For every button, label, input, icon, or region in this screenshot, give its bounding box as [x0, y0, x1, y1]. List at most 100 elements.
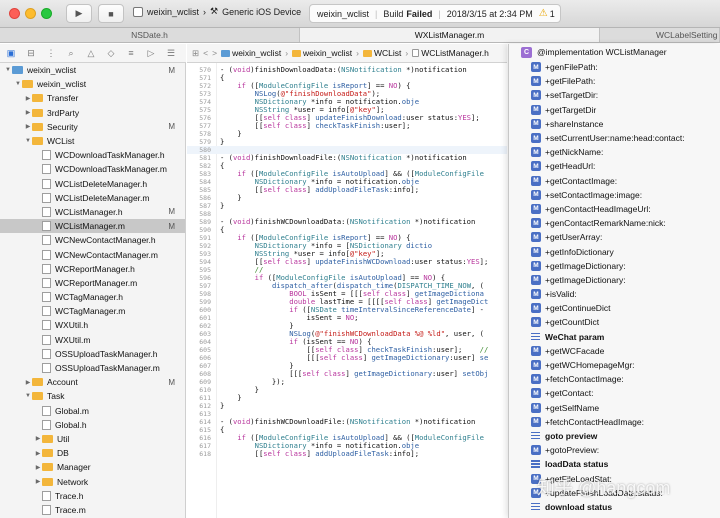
code-line[interactable]: 614 - (void)finishWCDownloadFile:(NSNotif… — [187, 418, 507, 427]
navigator-item[interactable]: ▶ Transfer — [0, 91, 185, 105]
method-item[interactable]: M +getCountDict — [509, 315, 720, 329]
test-icon[interactable]: ◇ — [106, 48, 116, 59]
method-item[interactable]: M +getTargetDir — [509, 103, 720, 117]
navigator-item[interactable]: ▼ Task — [0, 389, 185, 403]
pragma-mark-item[interactable]: download status — [509, 500, 720, 514]
hierarchy-icon[interactable]: ⊟ — [26, 48, 36, 59]
source-editor[interactable]: 570 - (void)finishDownloadData:(NSNotific… — [187, 63, 507, 518]
code-line[interactable]: 618 [[self class] addUploadFileTask:info… — [187, 450, 507, 459]
navigator-item[interactable]: ▶ Account M — [0, 375, 185, 389]
warning-badge[interactable]: ⚠ 1 — [539, 8, 555, 19]
navigator-item[interactable]: WCListDeleteManager.h — [0, 177, 185, 191]
grid-icon[interactable]: ⊞ — [192, 48, 199, 59]
tab-nsdate-h[interactable]: NSDate.h — [0, 28, 300, 42]
stop-button[interactable]: ■ — [98, 4, 124, 23]
navigator-item[interactable]: ▶ 3rdParty — [0, 106, 185, 120]
method-item[interactable]: M +getFilePath: — [509, 74, 720, 88]
minimize-window-button[interactable] — [25, 8, 36, 19]
method-item[interactable]: M +getInfoDictionary — [509, 244, 720, 258]
method-item[interactable]: M +gotoPreview: — [509, 443, 720, 457]
navigator-item[interactable]: ▶ Util — [0, 432, 185, 446]
navigator-item[interactable]: WCTagManager.m — [0, 304, 185, 318]
navigator-item[interactable]: WCReportManager.h — [0, 262, 185, 276]
disclosure-closed-icon[interactable]: ▶ — [34, 478, 42, 485]
code-line[interactable]: 581 - (void)finishDownloadFile:(NSNotific… — [187, 154, 507, 163]
method-item[interactable]: M +genContactHeadImageUrl: — [509, 202, 720, 216]
navigator-item[interactable]: WCTagManager.h — [0, 290, 185, 304]
navigator-item[interactable]: ▼ weixin_wclist — [0, 77, 185, 91]
method-item[interactable]: M +shareInstance — [509, 117, 720, 131]
zoom-window-button[interactable] — [41, 8, 52, 19]
code-line[interactable]: 579} — [187, 138, 507, 147]
navigator-item[interactable]: WCNewContactManager.h — [0, 233, 185, 247]
debug-icon[interactable]: ≡ — [126, 48, 136, 58]
implementation-item[interactable]: C @implementation WCListManager — [509, 44, 720, 60]
warning-icon[interactable]: △ — [86, 48, 96, 59]
close-window-button[interactable] — [9, 8, 20, 19]
breadcrumb-file[interactable]: WCListManager.h — [412, 48, 489, 58]
disclosure-closed-icon[interactable]: ▶ — [24, 379, 32, 386]
method-item[interactable]: M +getImageDictionary: — [509, 259, 720, 273]
navigator-item[interactable]: WCListDeleteManager.m — [0, 191, 185, 205]
navigator-item[interactable]: ▶ Security M — [0, 120, 185, 134]
method-item[interactable]: M +getImageDictionary: — [509, 273, 720, 287]
method-item[interactable]: M +fetchContactHeadImage: — [509, 415, 720, 429]
code-line[interactable]: 611 } — [187, 394, 507, 403]
navigator-item[interactable]: WCListManager.h M — [0, 205, 185, 219]
code-line[interactable]: 612} — [187, 402, 507, 411]
method-item[interactable]: M +getUserArray: — [509, 230, 720, 244]
navigator-item[interactable]: WCDownloadTaskManager.m — [0, 162, 185, 176]
navigator-item[interactable]: WCNewContactManager.m — [0, 247, 185, 261]
scheme-selector[interactable]: weixin_wclist › ⚒ Generic iOS Device — [133, 6, 301, 17]
code-line[interactable]: 589 - (void)finishWCDownloadData:(NSNotif… — [187, 218, 507, 227]
disclosure-open-icon[interactable]: ▼ — [24, 393, 32, 399]
breakpoint-icon[interactable]: ▷ — [146, 48, 156, 59]
method-item[interactable]: M +setTargetDir: — [509, 88, 720, 102]
method-item[interactable]: M +setContactImage:image: — [509, 188, 720, 202]
method-item[interactable]: M +getContactImage: — [509, 174, 720, 188]
method-item[interactable]: M +setCurrentUser:name:head:contact: — [509, 131, 720, 145]
navigator-item[interactable]: ▶ DB — [0, 446, 185, 460]
navigator-item[interactable]: ▶ Manager — [0, 460, 185, 474]
run-button[interactable]: ▶ — [66, 4, 92, 23]
code-line[interactable]: 586 } — [187, 194, 507, 203]
symbol-icon[interactable]: ⋮ — [46, 48, 56, 59]
disclosure-closed-icon[interactable]: ▶ — [24, 123, 32, 130]
method-item[interactable]: M +getWCFacade — [509, 344, 720, 358]
code-line[interactable]: 587} — [187, 202, 507, 211]
navigator-item[interactable]: ▶ Network — [0, 474, 185, 488]
method-item[interactable]: M +getSelfName — [509, 401, 720, 415]
breadcrumb-project[interactable]: weixin_wclist — [221, 48, 281, 58]
code-line[interactable]: 578 } — [187, 130, 507, 139]
code-line[interactable]: 570 - (void)finishDownloadData:(NSNotific… — [187, 66, 507, 75]
navigator-item[interactable]: Trace.h — [0, 489, 185, 503]
disclosure-open-icon[interactable]: ▼ — [14, 81, 22, 87]
navigator-item[interactable]: OSSUploadTaskManager.h — [0, 347, 185, 361]
navigator-item[interactable]: Global.m — [0, 404, 185, 418]
pragma-mark-item[interactable]: goto preview — [509, 429, 720, 443]
method-item[interactable]: M +genContactRemarkName:nick: — [509, 216, 720, 230]
method-item[interactable]: M +getContact: — [509, 386, 720, 400]
navigator-item[interactable]: WCReportManager.m — [0, 276, 185, 290]
navigator-item[interactable]: Trace.m — [0, 503, 185, 517]
navigator-item[interactable]: OSSUploadTaskManager.m — [0, 361, 185, 375]
back-button[interactable]: < — [203, 48, 208, 58]
disclosure-open-icon[interactable]: ▼ — [4, 67, 12, 73]
navigator-item[interactable]: ▼ WCList — [0, 134, 185, 148]
tab-wclabelsetting[interactable]: WCLabelSetting — [600, 28, 720, 42]
method-item[interactable]: M +fetchContactImage: — [509, 372, 720, 386]
navigator-item[interactable]: WCListManager.m M — [0, 219, 185, 234]
report-icon[interactable]: ☰ — [166, 48, 176, 59]
method-item[interactable]: M +isValid: — [509, 287, 720, 301]
method-item[interactable]: M +getWCHomepageMgr: — [509, 358, 720, 372]
breadcrumb-folder[interactable]: weixin_wclist — [292, 48, 352, 58]
navigator-item[interactable]: Global.h — [0, 418, 185, 432]
breadcrumb-group[interactable]: WCList — [363, 48, 401, 58]
pragma-mark-item[interactable]: WeChat param — [509, 330, 720, 344]
method-item[interactable]: M +getHeadUrl: — [509, 159, 720, 173]
method-item[interactable]: M +getContinueDict — [509, 301, 720, 315]
folder-icon[interactable]: ▣ — [6, 48, 16, 59]
search-icon[interactable]: ⌕ — [66, 48, 76, 59]
forward-button[interactable]: > — [212, 48, 217, 58]
navigator-item[interactable]: WCDownloadTaskManager.h — [0, 148, 185, 162]
